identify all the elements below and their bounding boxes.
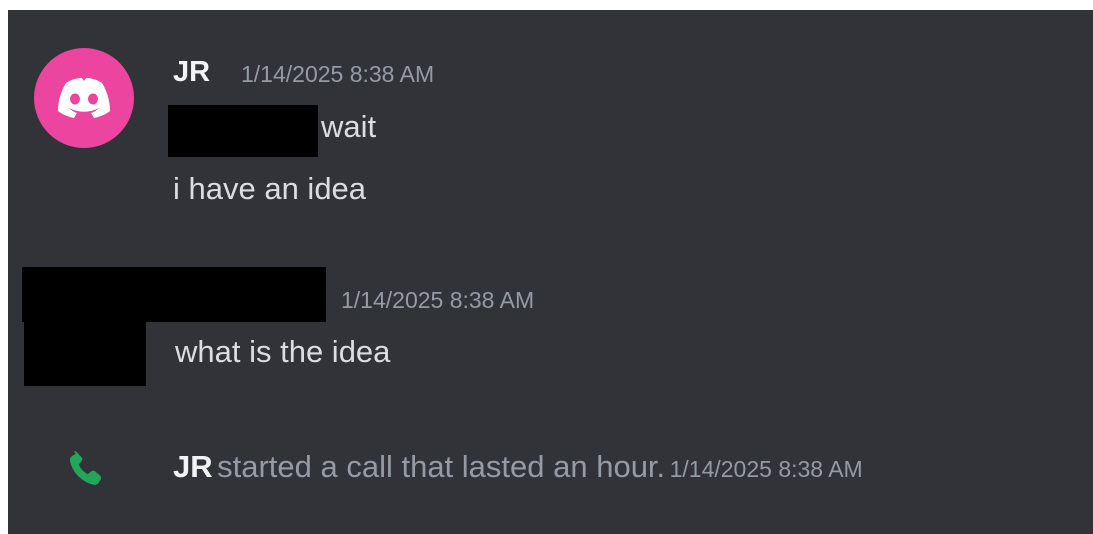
avatar[interactable] [34, 48, 134, 148]
message-timestamp[interactable]: 1/14/2025 8:38 AM [341, 285, 534, 315]
redacted-author-name [22, 267, 326, 322]
call-author[interactable]: JR [173, 449, 213, 484]
message-timestamp[interactable]: 1/14/2025 8:38 AM [241, 59, 434, 89]
message-text: what is the idea [175, 334, 391, 369]
chat-panel: JR 1/14/2025 8:38 AM wait i have an idea… [8, 10, 1093, 534]
phone-icon [69, 451, 102, 485]
call-timestamp[interactable]: 1/14/2025 8:38 AM [670, 456, 863, 482]
call-system-message: JR started a call that lasted an hour. 1… [173, 447, 863, 493]
call-description: started a call that lasted an hour. [217, 449, 666, 484]
message-text: wait [321, 109, 377, 144]
message-text: i have an idea [173, 171, 367, 206]
redacted-avatar [24, 322, 146, 386]
redacted-mention [168, 105, 318, 157]
message-author[interactable]: JR [173, 54, 210, 90]
discord-logo-icon [58, 78, 110, 118]
